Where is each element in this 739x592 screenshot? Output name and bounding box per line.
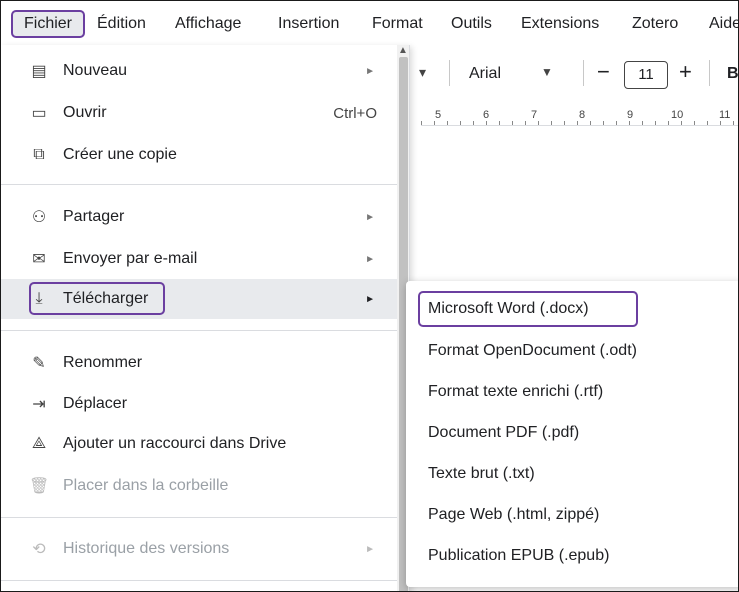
- menu-item-label: Nouveau: [63, 62, 128, 79]
- rename-icon: ✎: [32, 355, 46, 372]
- toolbar-divider: [449, 60, 450, 86]
- menu-divider: [1, 330, 397, 331]
- submenu-item-label: Format OpenDocument (.odt): [428, 342, 637, 359]
- submenu-arrow-icon: ►: [365, 253, 375, 265]
- menu-bar: Fichier Édition Affichage Insertion Form…: [1, 1, 738, 45]
- menu-item-label: Télécharger: [63, 290, 149, 307]
- menu-fichier-label: Fichier: [23, 15, 72, 32]
- menu-aide[interactable]: Aide: [709, 15, 738, 33]
- menu-item-label: Placer dans la corbeille: [63, 477, 229, 494]
- ruler-tick-label: 8: [579, 109, 586, 121]
- menu-divider: [1, 580, 397, 581]
- increase-font-size-button[interactable]: +: [679, 59, 692, 85]
- submenu-item-epub[interactable]: Publication EPUB (.epub): [406, 536, 738, 576]
- ruler-ticks: [421, 121, 738, 125]
- menu-item-ajouter-raccourci[interactable]: ⟁ Ajouter un raccourci dans Drive: [1, 424, 397, 464]
- submenu-item-label: Document PDF (.pdf): [428, 424, 580, 441]
- toolbar-divider: [583, 60, 584, 86]
- toolbar-divider: [709, 60, 710, 86]
- shortcut-label: Ctrl+O: [333, 104, 377, 122]
- menu-affichage[interactable]: Affichage: [175, 15, 241, 33]
- font-size-input[interactable]: 11: [624, 61, 668, 89]
- style-dropdown-arrow-icon[interactable]: ▾: [419, 64, 426, 81]
- submenu-arrow-icon: ►: [365, 293, 375, 305]
- menu-insertion[interactable]: Insertion: [278, 15, 339, 33]
- decrease-font-size-button[interactable]: −: [597, 59, 610, 85]
- menu-item-label: Déplacer: [63, 395, 128, 412]
- submenu-arrow-icon: ►: [365, 65, 375, 77]
- submenu-item-label: Format texte enrichi (.rtf): [428, 383, 604, 400]
- menu-item-corbeille: 🗑 Placer dans la corbeille: [1, 466, 397, 506]
- menu-item-renommer[interactable]: ✎ Renommer: [1, 343, 397, 383]
- menu-item-partager[interactable]: ⚇ Partager ►: [1, 197, 397, 237]
- submenu-item-label: Texte brut (.txt): [428, 465, 535, 482]
- drive-shortcut-icon: ⟁: [31, 435, 47, 452]
- file-menu: ▲ ▤ Nouveau ► ▭ Ouvrir Ctrl+O ⧉ Créer un…: [1, 45, 410, 591]
- move-folder-icon: ⇥: [32, 396, 46, 413]
- mail-icon: ✉: [32, 251, 46, 268]
- font-family-select[interactable]: Arial: [469, 65, 501, 83]
- submenu-item-html[interactable]: Page Web (.html, zippé): [406, 495, 738, 535]
- download-icon: ⤓: [35, 290, 43, 307]
- submenu-arrow-icon: ►: [365, 543, 375, 555]
- copy-icon: ⧉: [33, 146, 45, 163]
- download-submenu: Microsoft Word (.docx) Format OpenDocume…: [406, 281, 738, 587]
- submenu-item-rtf[interactable]: Format texte enrichi (.rtf): [406, 372, 738, 412]
- menu-divider: [1, 184, 397, 185]
- submenu-item-label: Microsoft Word (.docx): [428, 300, 589, 317]
- menu-extensions[interactable]: Extensions: [521, 15, 599, 33]
- history-icon: ⟲: [32, 541, 46, 558]
- font-dropdown-arrow-icon[interactable]: ▼: [541, 65, 553, 79]
- submenu-item-label: Publication EPUB (.epub): [428, 547, 610, 564]
- bold-button[interactable]: B: [727, 65, 738, 83]
- menu-item-creer-copie[interactable]: ⧉ Créer une copie: [1, 135, 397, 175]
- menu-outils[interactable]: Outils: [451, 15, 492, 33]
- menu-item-ouvrir[interactable]: ▭ Ouvrir Ctrl+O: [1, 93, 397, 133]
- menu-item-deplacer[interactable]: ⇥ Déplacer: [1, 384, 397, 424]
- share-person-icon: ⚇: [31, 209, 47, 226]
- menu-item-label: Partager: [63, 208, 125, 225]
- menu-fichier[interactable]: Fichier: [11, 10, 85, 38]
- menu-item-label: Ouvrir: [63, 104, 107, 121]
- ruler-tick-label: 10: [671, 109, 684, 121]
- document-icon: ▤: [31, 63, 47, 80]
- ruler-tick-label: 7: [531, 109, 538, 121]
- submenu-arrow-icon: ►: [365, 211, 375, 223]
- submenu-item-txt[interactable]: Texte brut (.txt): [406, 454, 738, 494]
- scroll-up-icon[interactable]: ▲: [398, 45, 408, 56]
- app-window: Fichier Édition Affichage Insertion Form…: [0, 0, 739, 592]
- menu-zotero[interactable]: Zotero: [632, 15, 678, 33]
- menu-item-historique: ⟲ Historique des versions ►: [1, 529, 397, 569]
- ruler-tick-label: 5: [435, 109, 442, 121]
- ruler-tick-label: 11: [719, 109, 731, 121]
- menu-item-label: Ajouter un raccourci dans Drive: [63, 435, 287, 452]
- menu-item-nouveau[interactable]: ▤ Nouveau ►: [1, 51, 397, 91]
- menu-item-label: Créer une copie: [63, 146, 177, 163]
- menu-item-label: Renommer: [63, 354, 143, 371]
- submenu-item-pdf[interactable]: Document PDF (.pdf): [406, 413, 738, 453]
- menu-edition[interactable]: Édition: [97, 15, 146, 33]
- menu-item-telecharger[interactable]: ⤓ Télécharger ►: [1, 279, 397, 319]
- menu-divider: [1, 517, 397, 518]
- menu-item-label: Envoyer par e-mail: [63, 250, 198, 267]
- folder-icon: ▭: [31, 105, 47, 122]
- menu-item-label: Historique des versions: [63, 540, 230, 557]
- menu-item-envoyer-email[interactable]: ✉ Envoyer par e-mail ►: [1, 239, 397, 279]
- submenu-item-odt[interactable]: Format OpenDocument (.odt): [406, 331, 738, 371]
- menu-format[interactable]: Format: [372, 15, 423, 33]
- ruler-tick-label: 6: [483, 109, 490, 121]
- trash-icon: 🗑: [29, 478, 50, 495]
- ruler[interactable]: 5 6 7 8 9 10 11: [421, 103, 738, 126]
- submenu-item-docx[interactable]: Microsoft Word (.docx): [406, 289, 738, 329]
- ruler-tick-label: 9: [627, 109, 634, 121]
- submenu-item-label: Page Web (.html, zippé): [428, 506, 600, 523]
